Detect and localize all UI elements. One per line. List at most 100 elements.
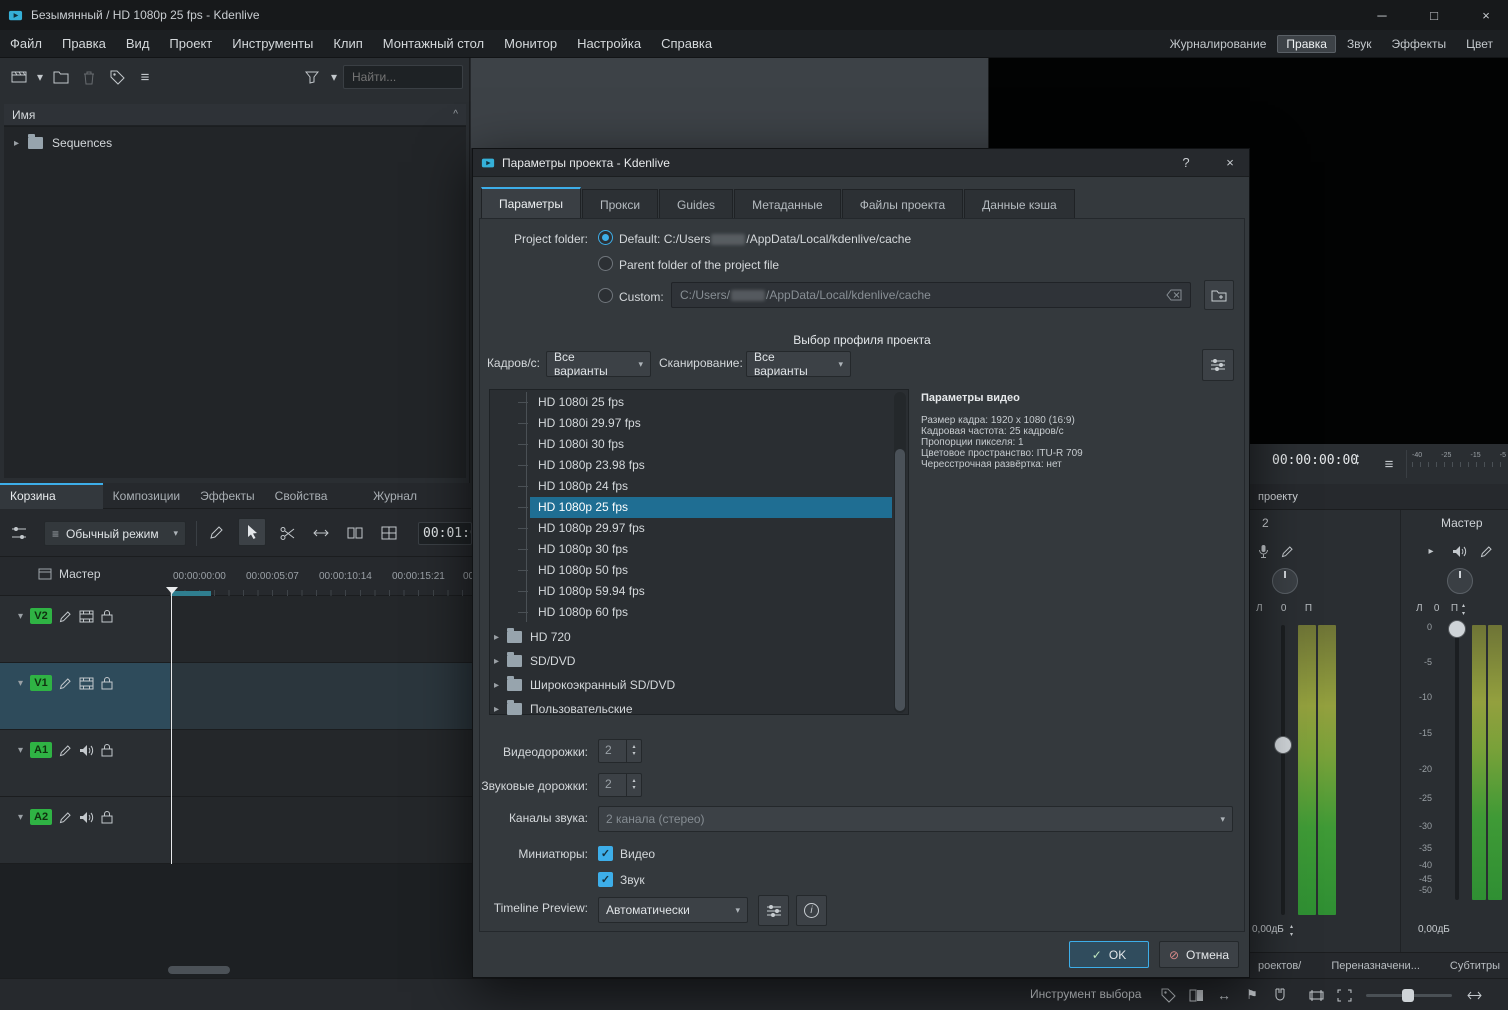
menu-help[interactable]: Справка	[651, 30, 722, 58]
tab-project-bin[interactable]: Корзина проекта	[0, 483, 103, 509]
master-volume-value[interactable]: 0,00дБ	[1418, 924, 1450, 935]
menu-monitor[interactable]: Монитор	[494, 30, 567, 58]
profile-item[interactable]: HD 1080i 25 fps	[530, 392, 892, 413]
monitor-timecode[interactable]: 00:00:00:00	[1272, 453, 1358, 468]
profile-item[interactable]: HD 1080i 29.97 fps	[530, 413, 892, 434]
filter-dropdown[interactable]: ▾	[328, 64, 340, 90]
scanning-combo[interactable]: Все варианты ▾	[746, 351, 851, 377]
layout-color[interactable]: Цвет	[1457, 35, 1502, 53]
fps-combo[interactable]: Все варианты ▾	[546, 351, 651, 377]
profile-item[interactable]: HD 1080i 30 fps	[530, 434, 892, 455]
track-header-a2[interactable]: ▾ A2	[0, 797, 170, 864]
volume-fader-handle[interactable]	[1274, 736, 1292, 754]
master-pan-knob[interactable]	[1447, 568, 1473, 594]
tab-clip-properties[interactable]: Свойства клипа	[265, 483, 364, 509]
preview-settings-button[interactable]	[758, 895, 789, 926]
zoom-slider[interactable]	[1366, 994, 1452, 997]
profile-item[interactable]: HD 1080p 60 fps	[530, 602, 892, 623]
lock-icon[interactable]	[101, 609, 113, 623]
layout-effects[interactable]: Эффекты	[1383, 35, 1456, 53]
collapse-icon[interactable]: ▾	[18, 678, 23, 689]
expander-icon[interactable]: ▸	[14, 138, 19, 149]
volume-spinner[interactable]: ▴▾	[1290, 923, 1293, 939]
mixed-audio-video-button[interactable]	[1184, 983, 1208, 1007]
audio-thumbnails-checkbox[interactable]: ✓	[598, 872, 613, 887]
dialog-titlebar[interactable]: Параметры проекта - Kdenlive ? ×	[473, 149, 1249, 177]
menu-edit[interactable]: Правка	[52, 30, 116, 58]
collapse-icon[interactable]: ▾	[18, 745, 23, 756]
audio-tracks-spinbox[interactable]: 2 ▴▾	[598, 773, 642, 797]
profile-item[interactable]: HD 1080p 29.97 fps	[530, 518, 892, 539]
track-badge[interactable]: V1	[30, 675, 52, 691]
add-clip-button[interactable]	[6, 64, 32, 90]
track-lane-a1[interactable]	[170, 730, 472, 797]
show-video-icon[interactable]	[79, 610, 94, 623]
fit-timeline-button[interactable]	[1462, 983, 1486, 1007]
profile-folder[interactable]: ▸ Широкоэкранный SD/DVD	[494, 673, 675, 697]
track-lane-v2[interactable]	[170, 596, 472, 663]
profile-item[interactable]: HD 1080p 24 fps	[530, 476, 892, 497]
dialog-help-button[interactable]: ?	[1171, 150, 1201, 176]
preview-info-button[interactable]: i	[796, 895, 827, 926]
default-folder-radio[interactable]	[598, 230, 613, 245]
collapse-icon[interactable]: ▾	[18, 611, 23, 622]
close-button[interactable]: ×	[1464, 0, 1508, 30]
show-video-icon[interactable]	[79, 677, 94, 690]
master-record-button[interactable]	[1475, 540, 1497, 562]
default-folder-radio-label[interactable]: Default: C:/Users/AppData/Local/kdenlive…	[619, 232, 911, 246]
bin-view-menu-button[interactable]: ≡	[132, 64, 158, 90]
edit-track-icon[interactable]	[59, 744, 72, 757]
create-folder-button[interactable]	[48, 64, 74, 90]
tab-proxy[interactable]: Прокси	[582, 189, 658, 219]
layout-editing[interactable]: Правка	[1277, 35, 1336, 53]
profile-item[interactable]: HD 1080p 50 fps	[530, 560, 892, 581]
master-pan-spinner[interactable]: ▴▾	[1462, 602, 1465, 618]
edit-track-icon[interactable]	[59, 610, 72, 623]
custom-folder-input[interactable]: C:/Users//AppData/Local/kdenlive/cache	[671, 282, 1191, 308]
menu-tools[interactable]: Инструменты	[222, 30, 323, 58]
custom-folder-radio[interactable]	[598, 288, 613, 303]
tags-button[interactable]	[104, 64, 130, 90]
slip-tool-button[interactable]	[342, 520, 368, 546]
filter-button[interactable]	[299, 64, 325, 90]
parent-folder-radio-label[interactable]: Parent folder of the project file	[619, 258, 779, 272]
menu-settings[interactable]: Настройка	[567, 30, 651, 58]
dialog-close-button[interactable]: ×	[1215, 150, 1245, 176]
track-badge[interactable]: A2	[30, 809, 52, 825]
snap-magnet-button[interactable]	[1268, 983, 1292, 1007]
audio-thumbnails-checkbox-label[interactable]: Звук	[620, 873, 645, 887]
zoom-zone-button[interactable]	[1304, 983, 1328, 1007]
delete-button[interactable]	[76, 64, 102, 90]
audio-channels-combo[interactable]: 2 канала (стерео) ▾	[598, 806, 1233, 832]
master-mute-button[interactable]	[1448, 540, 1470, 562]
fit-zone-button[interactable]: ↔	[1212, 983, 1236, 1007]
selection-tool-button[interactable]	[238, 518, 266, 546]
tab-subtitles[interactable]: Субтитры	[1442, 954, 1508, 978]
mute-mic-button[interactable]	[1252, 540, 1274, 562]
lock-icon[interactable]	[101, 676, 113, 690]
add-clip-dropdown[interactable]: ▾	[34, 64, 46, 90]
edit-track-icon[interactable]	[59, 677, 72, 690]
menu-timeline[interactable]: Монтажный стол	[373, 30, 494, 58]
expander-icon[interactable]: ▸	[494, 632, 499, 643]
expander-icon[interactable]: ▸	[494, 680, 499, 691]
list-scrollbar[interactable]	[894, 392, 906, 713]
ok-button[interactable]: ✓ OK	[1069, 941, 1149, 968]
timeline-hscrollbar[interactable]	[168, 966, 230, 974]
master-fader-handle[interactable]	[1448, 620, 1466, 638]
bin-name-column-header[interactable]: Имя ^	[4, 104, 466, 126]
record-button[interactable]	[1276, 540, 1298, 562]
timecode-spinner[interactable]: ▴▾	[1356, 452, 1359, 468]
tab-undo-history[interactable]: Журнал действий	[363, 483, 471, 509]
timeline-preview-combo[interactable]: Автоматически ▾	[598, 897, 748, 923]
master-fader[interactable]	[1455, 625, 1459, 900]
menu-project[interactable]: Проект	[159, 30, 222, 58]
menu-view[interactable]: Вид	[116, 30, 160, 58]
profile-item[interactable]: HD 1080p 23.98 fps	[530, 455, 892, 476]
playhead-marker[interactable]	[166, 587, 178, 594]
tab-guides[interactable]: Guides	[659, 189, 733, 219]
track-lane-a2[interactable]	[170, 797, 472, 864]
lock-icon[interactable]	[101, 810, 113, 824]
list-scrollbar-thumb[interactable]	[895, 449, 905, 711]
layout-audio[interactable]: Звук	[1338, 35, 1381, 53]
